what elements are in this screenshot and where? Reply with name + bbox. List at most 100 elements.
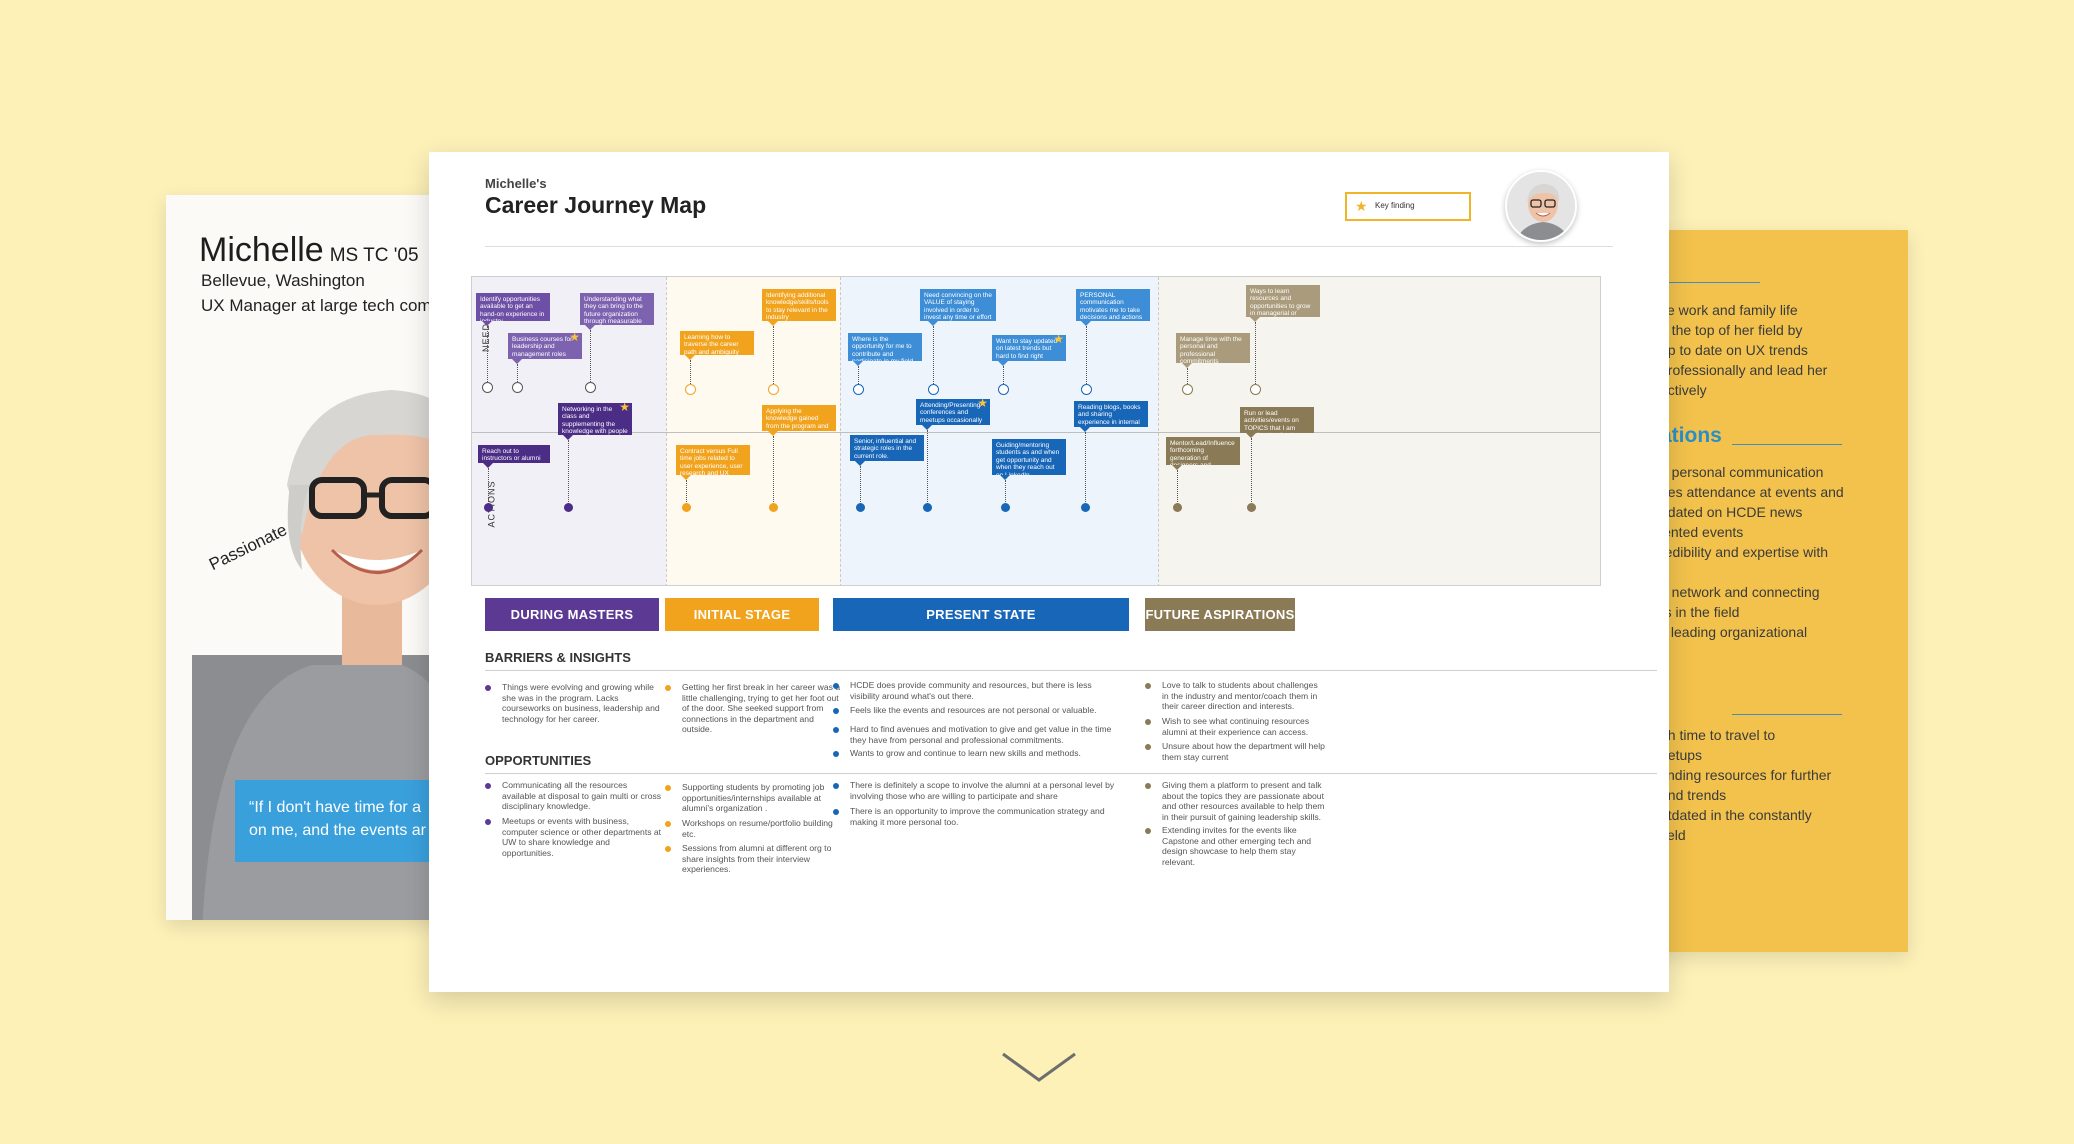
connector-line [1086,326,1087,384]
motivation-line: pdated on HCDE news [1660,504,1803,520]
need-note: Manage time with the personal and profes… [1176,333,1250,363]
persona-role: UX Manager at large tech comp [201,296,442,315]
connector-line [1187,368,1188,384]
opportunity-item: Extending invites for the events like Ca… [1145,825,1325,867]
timeline-node [585,382,596,393]
action-note: Attending/Presenting conferences and mee… [916,399,990,425]
star-icon: ★ [619,403,630,414]
need-note: Need convincing on the VALUE of staying … [920,289,996,321]
connector-line [487,326,488,382]
chevron-down-icon[interactable] [1001,1051,1077,1083]
insight-item: Wish to see what continuing resources al… [1145,716,1325,737]
journey-grid: NEEDS ACTIONS Identify opportunities ava… [471,276,1601,586]
action-note: Networking in the class and supplementin… [558,403,632,435]
need-note: Understanding what they can bring to the… [580,293,654,325]
insight-item: HCDE does provide community and resource… [833,680,1123,701]
stage-present: PRESENT STATE [833,598,1129,631]
timeline-node [1001,503,1010,512]
timeline-node [512,382,523,393]
action-note: Guiding/mentoring students as and when g… [992,439,1066,475]
goal-line: ce work and family life [1660,302,1798,318]
connector-line [1003,366,1004,384]
barriers-title: BARRIERS & INSIGHTS [485,650,631,665]
timeline-node [998,384,1009,395]
timeline-node [564,503,573,512]
persona-details-card: ce work and family life n the top of her… [1660,230,1908,952]
opportunity-item: Workshops on resume/portfolio building e… [665,818,843,839]
need-note: Want to stay updated on latest trends bu… [992,335,1066,361]
section-heading: ations [1660,424,1722,447]
legend-label: Key finding [1375,201,1415,210]
divider [1660,282,1760,283]
timeline-node [482,382,493,393]
star-icon: ★ [569,333,580,344]
divider [485,670,1657,671]
timeline-node [1173,503,1182,512]
opportunity-item: There is an opportunity to improve the c… [833,806,1123,827]
journey-map-card: Michelle's Career Journey Map ★ Key find… [429,152,1669,992]
action-note: Reach out to instructors or alumni for i… [478,445,550,463]
need-note: Where is the opportunity for me to contr… [848,333,922,361]
timeline-node [682,503,691,512]
insight-item: Unsure about how the department will hel… [1145,741,1325,762]
insight-item: Feels like the events and resources are … [833,705,1123,716]
motivation-line: iented events [1660,524,1744,540]
goal-line: n the top of her field by [1660,322,1803,338]
opportunity-item: There is definitely a scope to involve t… [833,780,1123,801]
action-note: Contract versus Full time jobs related t… [676,445,750,475]
connector-line [858,366,859,384]
timeline-node [484,503,493,512]
timeline-node [1250,384,1261,395]
motivation-line: ges attendance at events and [1660,484,1844,500]
need-note: Identify opportunities available to get … [476,293,550,321]
action-note: Applying the knowledge gained from the p… [762,405,836,431]
timeline-node [769,503,778,512]
persona-location: Bellevue, Washington [201,271,365,290]
timeline-node [923,503,932,512]
timeline-node [853,384,864,395]
opportunity-item: Sessions from alumni at different org to… [665,843,843,875]
opportunity-item: Meetups or events with business, compute… [485,816,663,858]
legend-key: ★ Key finding [1345,192,1471,221]
need-note: Business courses for leadership and mana… [508,333,582,359]
map-title: Career Journey Map [485,192,707,218]
opportunity-item: Communicating all the resources availabl… [485,780,663,812]
insight-item: Things were evolving and growing while s… [485,682,663,724]
action-note: Reading blogs, books and sharing experie… [1074,401,1148,427]
connector-line [860,466,861,504]
timeline-node [1081,384,1092,395]
action-note: Senior, influential and strategic roles … [850,435,924,461]
insight-item: Getting her first break in her career wa… [665,682,843,735]
connector-line [927,430,928,504]
connector-line [1177,470,1178,504]
divider [485,773,1657,774]
motivation-line: rs in the field [1660,604,1740,620]
opportunity-item: Supporting students by promoting job opp… [665,782,843,814]
divider [1732,714,1842,715]
timeline-node [1182,384,1193,395]
connector-line [488,468,489,504]
timeline-node [685,384,696,395]
connector-line [773,436,774,504]
action-note: Mentor/Lead/Influence forthcoming genera… [1166,437,1240,465]
persona-card: Michelle MS TC '05 Bellevue, Washington U… [166,195,448,920]
persona-name: Michelle MS TC '05 [199,231,419,269]
star-icon: ★ [1355,198,1368,214]
connector-line [686,480,687,504]
connector-line [773,326,774,384]
opportunities-title: OPPORTUNITIES [485,753,592,768]
timeline-node [1081,503,1090,512]
connector-line [1005,480,1006,504]
goal-line: professionally and lead her [1660,362,1828,378]
frustration-line: finding resources for further [1660,767,1832,783]
goal-line: up to date on UX trends [1660,342,1808,358]
motivation-line: d personal communication [1660,464,1824,480]
insight-item: Wants to grow and continue to learn new … [833,748,1123,759]
connector-line [568,440,569,504]
connector-line [933,326,934,384]
need-note: Identifying additional knowledge/skills/… [762,289,836,321]
connector-line [1255,322,1256,384]
insight-item: Hard to find avenues and motivation to g… [833,724,1123,745]
divider [472,432,1600,433]
action-note: Run or lead activities/events on TOPICS … [1240,407,1314,433]
